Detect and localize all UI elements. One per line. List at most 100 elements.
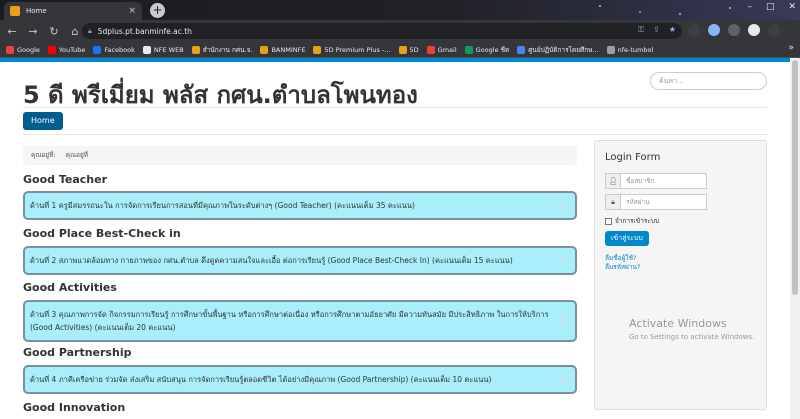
bookmark-item[interactable]: 5D Premium Plus -... [313, 45, 391, 54]
address-bar[interactable]: 🔒︎ 5dplus.pt.banminfe.ac.th ⚿ ⇪ ★ [82, 23, 682, 39]
menu-kebab-icon[interactable] [768, 24, 780, 36]
profile-avatar-icon[interactable] [748, 24, 760, 36]
bookmark-label: Facebook [104, 45, 135, 54]
extension-icon[interactable] [708, 24, 720, 36]
bookmarks-overflow-icon[interactable]: » [788, 43, 794, 53]
bookmark-icon [464, 45, 473, 54]
lock-icon: 🔒︎ [606, 195, 621, 209]
bookmark-item[interactable]: Google ชีต [464, 45, 510, 55]
nav-home-button[interactable]: Home [23, 112, 63, 130]
bookmark-icon [260, 45, 269, 54]
login-form-panel: Login Form 👤︎ ชื่อสมาชิก 🔒︎ รหัสผ่าน จำก… [594, 140, 767, 410]
section-text: ด้านที่ 3 คุณภาพการจัด กิจกรรมการเรียนรู… [30, 310, 549, 332]
bookmark-item[interactable]: NFE WEB [142, 45, 184, 54]
section-card[interactable]: ด้านที่ 2 สภาพแวดล้อมทาง กายภาพของ กศน.ต… [23, 246, 577, 275]
login-form-title: Login Form [605, 152, 661, 163]
bookmark-label: Google ชีต [475, 45, 510, 54]
browser-tab[interactable]: Home × [4, 2, 142, 20]
puzzle-icon[interactable] [728, 24, 740, 36]
forgot-password-link[interactable]: ลืมรหัสผ่าน? [605, 262, 640, 272]
bookmark-label: ศูนย์ปฏิบัติการโดยศึกษ... [528, 45, 599, 54]
tab-title: Home [26, 7, 47, 15]
extension-icon[interactable] [688, 24, 700, 36]
breadcrumb-label: คุณอยู่ที่: [31, 151, 56, 159]
tab-close-icon[interactable]: × [128, 6, 136, 16]
search-input[interactable]: ค้นหา... [650, 72, 767, 90]
remember-checkbox[interactable] [605, 217, 612, 225]
tabstrip-background [560, 0, 760, 20]
bookmark-icon [142, 45, 151, 54]
bookmark-label: NFE WEB [153, 45, 184, 54]
bookmark-item[interactable]: ศูนย์ปฏิบัติการโดยศึกษ... [517, 45, 599, 55]
breadcrumb-current: คุณอยู่ที่ [65, 151, 89, 159]
bookmark-item[interactable]: Gmail [426, 45, 457, 54]
expand-plus-icon[interactable]: + [557, 314, 569, 328]
bookmark-label: 5D Premium Plus -... [324, 45, 391, 54]
section-text: ด้านที่ 1 ครูมีสมรรถนะใน การจัดการเรียนก… [30, 201, 415, 210]
bookmark-label: YouTube [58, 45, 86, 54]
bookmark-icon [426, 45, 435, 54]
bookmark-item[interactable]: สำนักงาน กศน.จ. [191, 45, 253, 55]
forward-icon[interactable]: → [24, 25, 42, 38]
scrollbar-thumb[interactable] [792, 60, 798, 295]
bookmark-label: 5D [409, 45, 419, 54]
section-text: ด้านที่ 4 ภาคีเครือข่าย ร่วมจัด ส่งเสริม… [30, 375, 492, 384]
username-placeholder: ชื่อสมาชิก [626, 177, 655, 185]
expand-plus-icon[interactable]: + [557, 372, 569, 386]
lock-icon[interactable]: 🔒︎ [88, 27, 92, 36]
maximize-button[interactable]: □ [766, 2, 775, 12]
password-placeholder: รหัสผ่าน [626, 198, 650, 206]
bookmark-star-icon[interactable]: ★ [669, 25, 676, 35]
new-tab-button[interactable]: + [150, 3, 165, 18]
bookmark-label: Google [17, 45, 40, 54]
url-text[interactable]: 5dplus.pt.banminfe.ac.th [98, 27, 192, 36]
divider [23, 107, 767, 108]
activate-windows-watermark: Activate Windows Go to Settings to activ… [629, 317, 754, 341]
user-icon: 👤︎ [606, 174, 621, 188]
page-title: 5 ดี พรีเมี่ยม พลัส กศน.ตำบลโพนทอง [23, 81, 418, 109]
bookmark-icon [606, 45, 615, 54]
watermark-title: Activate Windows [629, 317, 727, 330]
password-field[interactable]: 🔒︎ รหัสผ่าน [605, 194, 707, 210]
reload-icon[interactable]: ↻ [45, 25, 63, 38]
key-icon[interactable]: ⚿ [638, 25, 644, 35]
bookmark-label: BANMINFE [271, 45, 306, 54]
share-icon[interactable]: ⇪ [653, 25, 660, 35]
bookmarks-bar: Google YouTube Facebook NFE WEB สำนักงาน กศน… [0, 42, 800, 58]
bookmark-icon [191, 45, 200, 54]
section-card[interactable]: ด้านที่ 1 ครูมีสมรรถนะใน การจัดการเรียนก… [23, 191, 577, 220]
favicon-icon [10, 6, 20, 16]
bookmark-icon [47, 45, 56, 54]
bookmark-item[interactable]: 5D [398, 45, 419, 54]
expand-plus-icon[interactable]: + [557, 253, 569, 267]
bookmark-icon [398, 45, 407, 54]
bookmark-icon [313, 45, 322, 54]
section-card[interactable]: ด้านที่ 4 ภาคีเครือข่าย ร่วมจัด ส่งเสริม… [23, 365, 577, 394]
section-card[interactable]: ด้านที่ 3 คุณภาพการจัด กิจกรรมการเรียนรู… [23, 300, 577, 342]
remember-label: จำการเข้าระบบ [615, 217, 660, 225]
bookmark-item[interactable]: Google [6, 45, 40, 54]
bookmark-item[interactable]: YouTube [47, 45, 86, 54]
bookmark-label: nfe-tumbol [617, 45, 654, 54]
web-page: 5 ดี พรีเมี่ยม พลัส กศน.ตำบลโพนทอง ค้นหา… [0, 58, 790, 419]
bookmark-icon [93, 45, 102, 54]
bookmark-icon [6, 45, 14, 54]
bookmark-label: สำนักงาน กศน.จ. [202, 45, 253, 54]
section-title: Good Place Best-Check in [23, 227, 181, 240]
bookmark-label: Gmail [437, 45, 457, 54]
username-field[interactable]: 👤︎ ชื่อสมาชิก [605, 173, 707, 189]
remember-me[interactable]: จำการเข้าระบบ [605, 216, 659, 226]
bookmark-item[interactable]: Facebook [93, 45, 135, 54]
close-window-button[interactable]: ✕ [788, 2, 796, 12]
browser-tabstrip: Home × + – □ ✕ [0, 0, 800, 20]
minimize-button[interactable]: – [747, 2, 752, 12]
section-title: Good Innovation [23, 401, 126, 414]
bookmark-item[interactable]: BANMINFE [260, 45, 306, 54]
page-scrollbar[interactable] [790, 58, 800, 419]
section-text: ด้านที่ 2 สภาพแวดล้อมทาง กายภาพของ กศน.ต… [30, 256, 513, 265]
bookmark-item[interactable]: nfe-tumbol [606, 45, 654, 54]
divider [23, 134, 767, 135]
expand-plus-icon[interactable]: + [557, 198, 569, 212]
back-icon[interactable]: ← [3, 25, 21, 38]
login-button[interactable]: เข้าสู่ระบบ [605, 231, 649, 246]
